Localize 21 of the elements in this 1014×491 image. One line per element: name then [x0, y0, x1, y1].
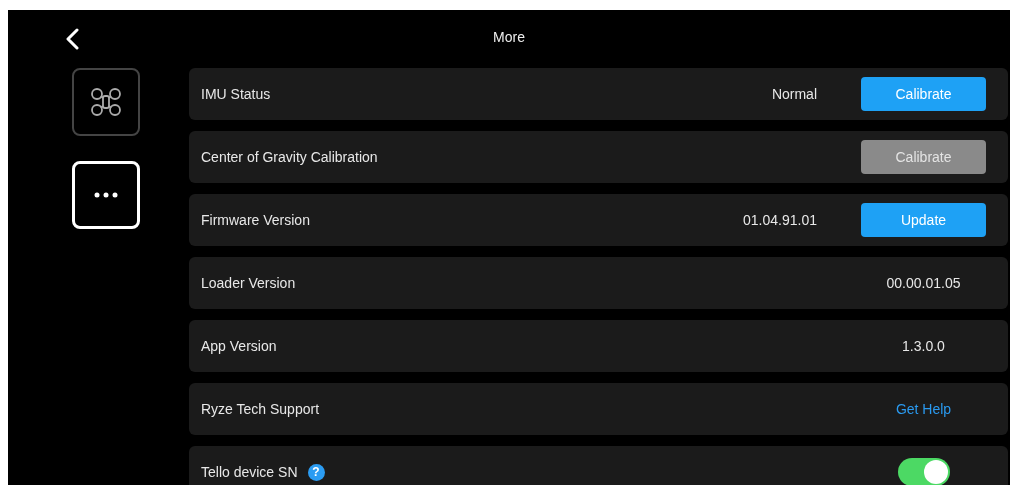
help-link[interactable]: Get Help [895, 401, 952, 417]
row-label: App Version [201, 338, 277, 354]
help-icon[interactable]: ? [307, 463, 325, 481]
row-label: Ryze Tech Support [201, 401, 320, 417]
row-value: 01.04.91.01 [743, 212, 817, 228]
row-value: 00.00.01.05 [886, 275, 961, 291]
row-label: Firmware Version [201, 212, 310, 228]
row-label: Loader Version [201, 275, 296, 291]
drone-icon [88, 87, 123, 117]
action-button[interactable]: Update [861, 203, 986, 237]
toggle-switch[interactable] [897, 458, 950, 485]
back-icon[interactable] [65, 28, 79, 50]
row-label: Center of Gravity Calibration [201, 149, 378, 165]
page-title: More [493, 29, 525, 45]
row-value: 1.3.0.0 [902, 338, 945, 354]
row-label: Tello device SN [201, 464, 298, 480]
row-value: Normal [771, 86, 817, 102]
more-icon [93, 192, 118, 198]
sidebar-tab[interactable] [71, 68, 140, 136]
action-button[interactable]: Calibrate [861, 77, 986, 111]
row-label: IMU Status [201, 86, 271, 102]
